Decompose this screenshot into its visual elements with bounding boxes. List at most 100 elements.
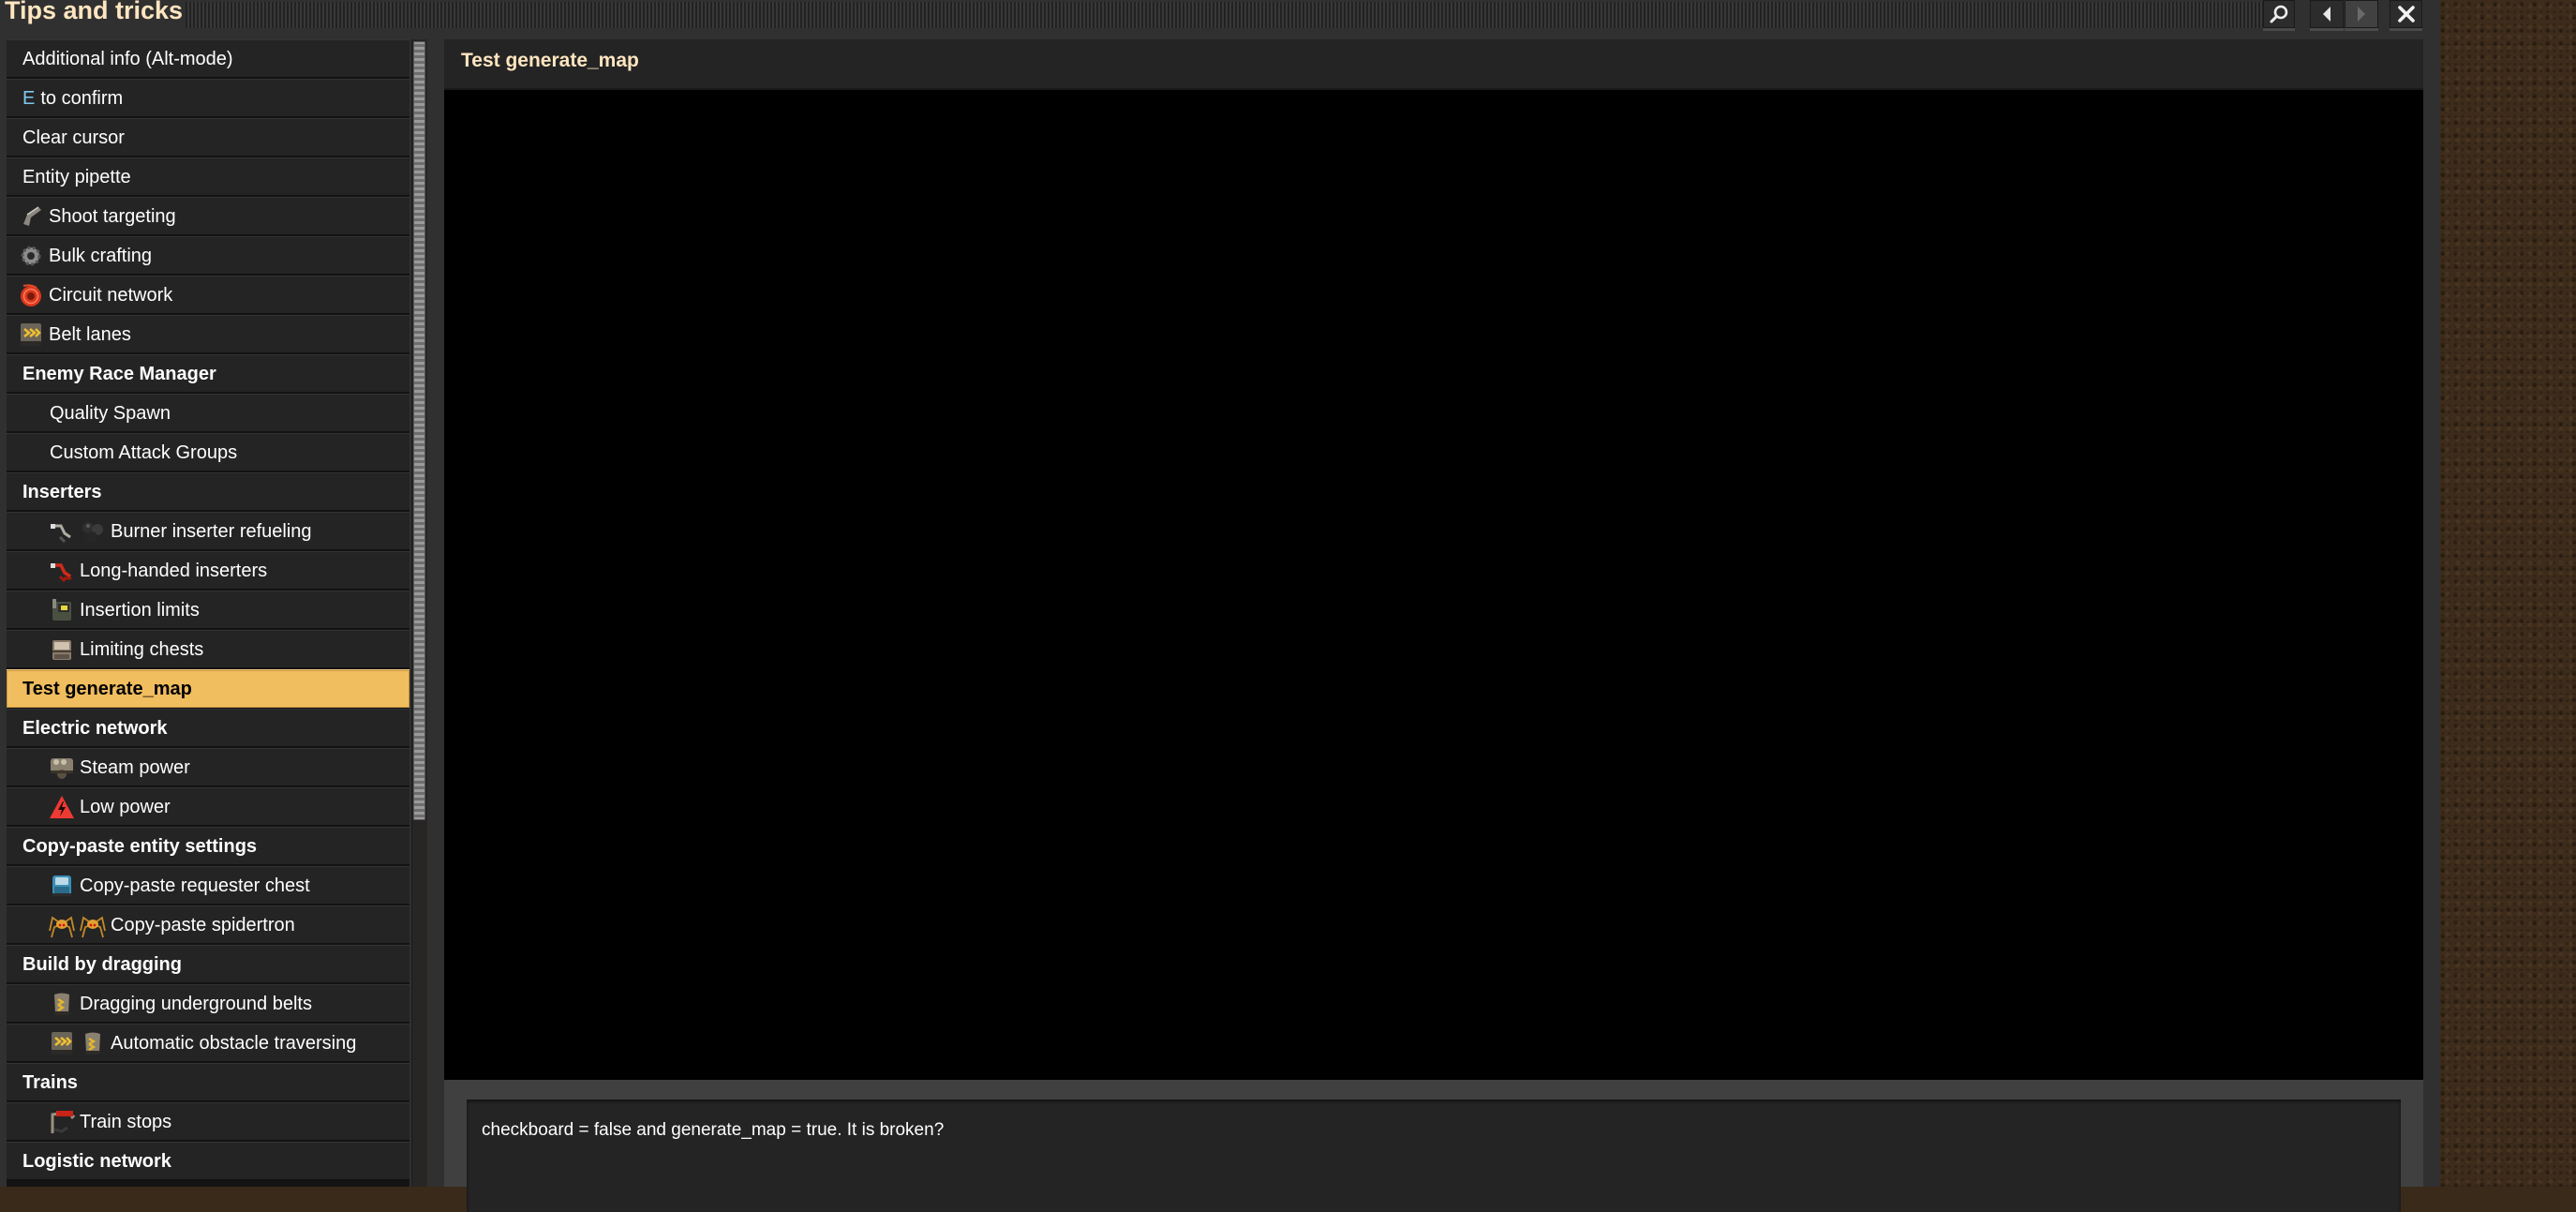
list-item-long-handed-inserters[interactable]: Long-handed inserters (7, 551, 409, 590)
keybind-label: E (22, 87, 36, 109)
list-item-copy-paste-spidertron[interactable]: Copy-paste spidertron (7, 905, 409, 944)
list-item-label: Bulk crafting (49, 245, 153, 266)
content-title: Test generate_map (461, 50, 639, 71)
item-icons (49, 636, 80, 663)
list-item-label: Copy-paste requester chest (80, 875, 310, 896)
gear-icon (18, 243, 44, 269)
list-item-bulk-crafting[interactable]: Bulk crafting (7, 236, 409, 275)
list-item-label: Steam power (80, 756, 190, 778)
warning-electric-icon (49, 794, 75, 820)
list-item-train-stops[interactable]: Train stops (7, 1102, 409, 1141)
previous-button[interactable] (2310, 0, 2344, 31)
list-item-label: Enemy Race Manager (22, 363, 216, 384)
list-item-to-confirm[interactable]: Eto confirm (7, 79, 409, 117)
list-category-inserters[interactable]: Inserters (7, 472, 409, 511)
list-item-burner-inserter-refueling[interactable]: Burner inserter refueling (7, 512, 409, 550)
list-item-label: Electric network (22, 717, 168, 739)
drag-handle[interactable] (186, 2, 2264, 28)
list-item-label: Inserters (22, 481, 102, 502)
underground-belt-icon (80, 1030, 106, 1056)
item-icons (49, 558, 80, 584)
list-item-label: Limiting chests (80, 638, 204, 660)
tip-content-panel: Test generate_map checkboard = false and… (444, 39, 2423, 1212)
assembling-machine-icon (49, 597, 75, 623)
list-item-label: Belt lanes (49, 323, 131, 345)
item-icons (18, 203, 49, 230)
scrollbar-thumb[interactable] (413, 41, 425, 820)
list-item-custom-attack-groups[interactable]: Custom Attack Groups (7, 433, 409, 471)
list-item-label: to confirm (40, 87, 124, 109)
item-icons (49, 794, 80, 820)
red-wire-icon (18, 282, 44, 308)
list-item-belt-lanes[interactable]: Belt lanes (7, 315, 409, 353)
list-item-label: Quality Spawn (50, 402, 171, 424)
list-item-label: Copy-paste spidertron (111, 914, 295, 935)
train-stop-icon (49, 1109, 76, 1135)
window-title: Tips and tricks (5, 0, 184, 24)
item-icons (49, 755, 80, 781)
list-category-logistic-network[interactable]: Logistic network (7, 1142, 409, 1180)
list-item-label: Clear cursor (22, 127, 125, 148)
list-item-copy-paste-requester-chest[interactable]: Copy-paste requester chest (7, 866, 409, 905)
list-category-electric-network[interactable]: Electric network (7, 709, 409, 747)
simulation-viewport[interactable] (444, 90, 2423, 1080)
description-box: checkboard = false and generate_map = tr… (467, 1100, 2401, 1212)
search-icon (2269, 4, 2289, 24)
list-item-label: Custom Attack Groups (50, 441, 238, 463)
iron-chest-icon (49, 636, 75, 663)
list-item-entity-pipette[interactable]: Entity pipette (7, 157, 409, 196)
list-category-copy-paste-entity-settings[interactable]: Copy-paste entity settings (7, 827, 409, 865)
list-item-label: Dragging underground belts (80, 993, 312, 1014)
item-icons (49, 991, 80, 1017)
list-item-label: Insertion limits (80, 599, 200, 621)
pistol-icon (18, 203, 44, 230)
list-item-clear-cursor[interactable]: Clear cursor (7, 118, 409, 157)
item-icons (49, 1109, 80, 1135)
long-handed-inserter-icon (49, 558, 75, 584)
item-icons (49, 1030, 111, 1056)
list-scrollbar[interactable] (411, 39, 427, 1187)
close-icon (2397, 5, 2416, 23)
list-item-shoot-targeting[interactable]: Shoot targeting (7, 197, 409, 235)
spidertron-icon (49, 912, 75, 938)
list-item-label: Circuit network (49, 284, 173, 306)
list-item-additional-info-alt-mode[interactable]: Additional info (Alt-mode) (7, 39, 409, 78)
search-button[interactable] (2263, 0, 2295, 31)
requester-chest-icon (49, 873, 75, 899)
list-item-label: Trains (22, 1071, 78, 1093)
item-icons (49, 873, 80, 899)
spidertron-icon (80, 912, 106, 938)
list-item-dragging-underground-belts[interactable]: Dragging underground belts (7, 984, 409, 1023)
tips-list: Additional info (Alt-mode) Eto confirm Cle… (7, 39, 409, 1187)
item-icons (49, 912, 111, 938)
list-item-label: Copy-paste entity settings (22, 835, 258, 857)
close-button[interactable] (2390, 0, 2422, 31)
list-item-label: Build by dragging (22, 953, 182, 975)
list-item-label: Test generate_map (22, 678, 192, 699)
list-category-enemy-race-manager[interactable]: Enemy Race Manager (7, 354, 409, 393)
list-item-label: Train stops (80, 1111, 172, 1132)
next-button[interactable] (2345, 0, 2378, 31)
list-item-limiting-chests[interactable]: Limiting chests (7, 630, 409, 668)
list-item-label: Shoot targeting (49, 205, 176, 227)
item-icons (18, 322, 49, 348)
list-item-label: Burner inserter refueling (111, 520, 312, 542)
list-category-test-generate-map[interactable]: Test generate_map (7, 669, 409, 708)
list-item-low-power[interactable]: Low power (7, 787, 409, 826)
list-item-steam-power[interactable]: Steam power (7, 748, 409, 786)
list-category-build-by-dragging[interactable]: Build by dragging (7, 945, 409, 983)
list-item-label: Additional info (Alt-mode) (22, 48, 233, 69)
list-item-circuit-network[interactable]: Circuit network (7, 276, 409, 314)
list-category-trains[interactable]: Trains (7, 1063, 409, 1101)
steam-engine-icon (49, 755, 75, 781)
list-item-quality-spawn[interactable]: Quality Spawn (7, 394, 409, 432)
list-item-insertion-limits[interactable]: Insertion limits (7, 591, 409, 629)
list-item-label: Low power (80, 796, 171, 817)
description-text: checkboard = false and generate_map = tr… (482, 1120, 945, 1140)
list-item-label: Entity pipette (22, 166, 131, 187)
burner-inserter-icon (49, 518, 75, 545)
list-item-automatic-obstacle-traversing[interactable]: Automatic obstacle traversing (7, 1024, 409, 1062)
arrow-right-icon (2355, 6, 2368, 22)
list-item-label: Automatic obstacle traversing (111, 1032, 357, 1054)
tips-and-tricks-window: Tips and tricks Additional info (Alt-mod… (0, 0, 2440, 1212)
